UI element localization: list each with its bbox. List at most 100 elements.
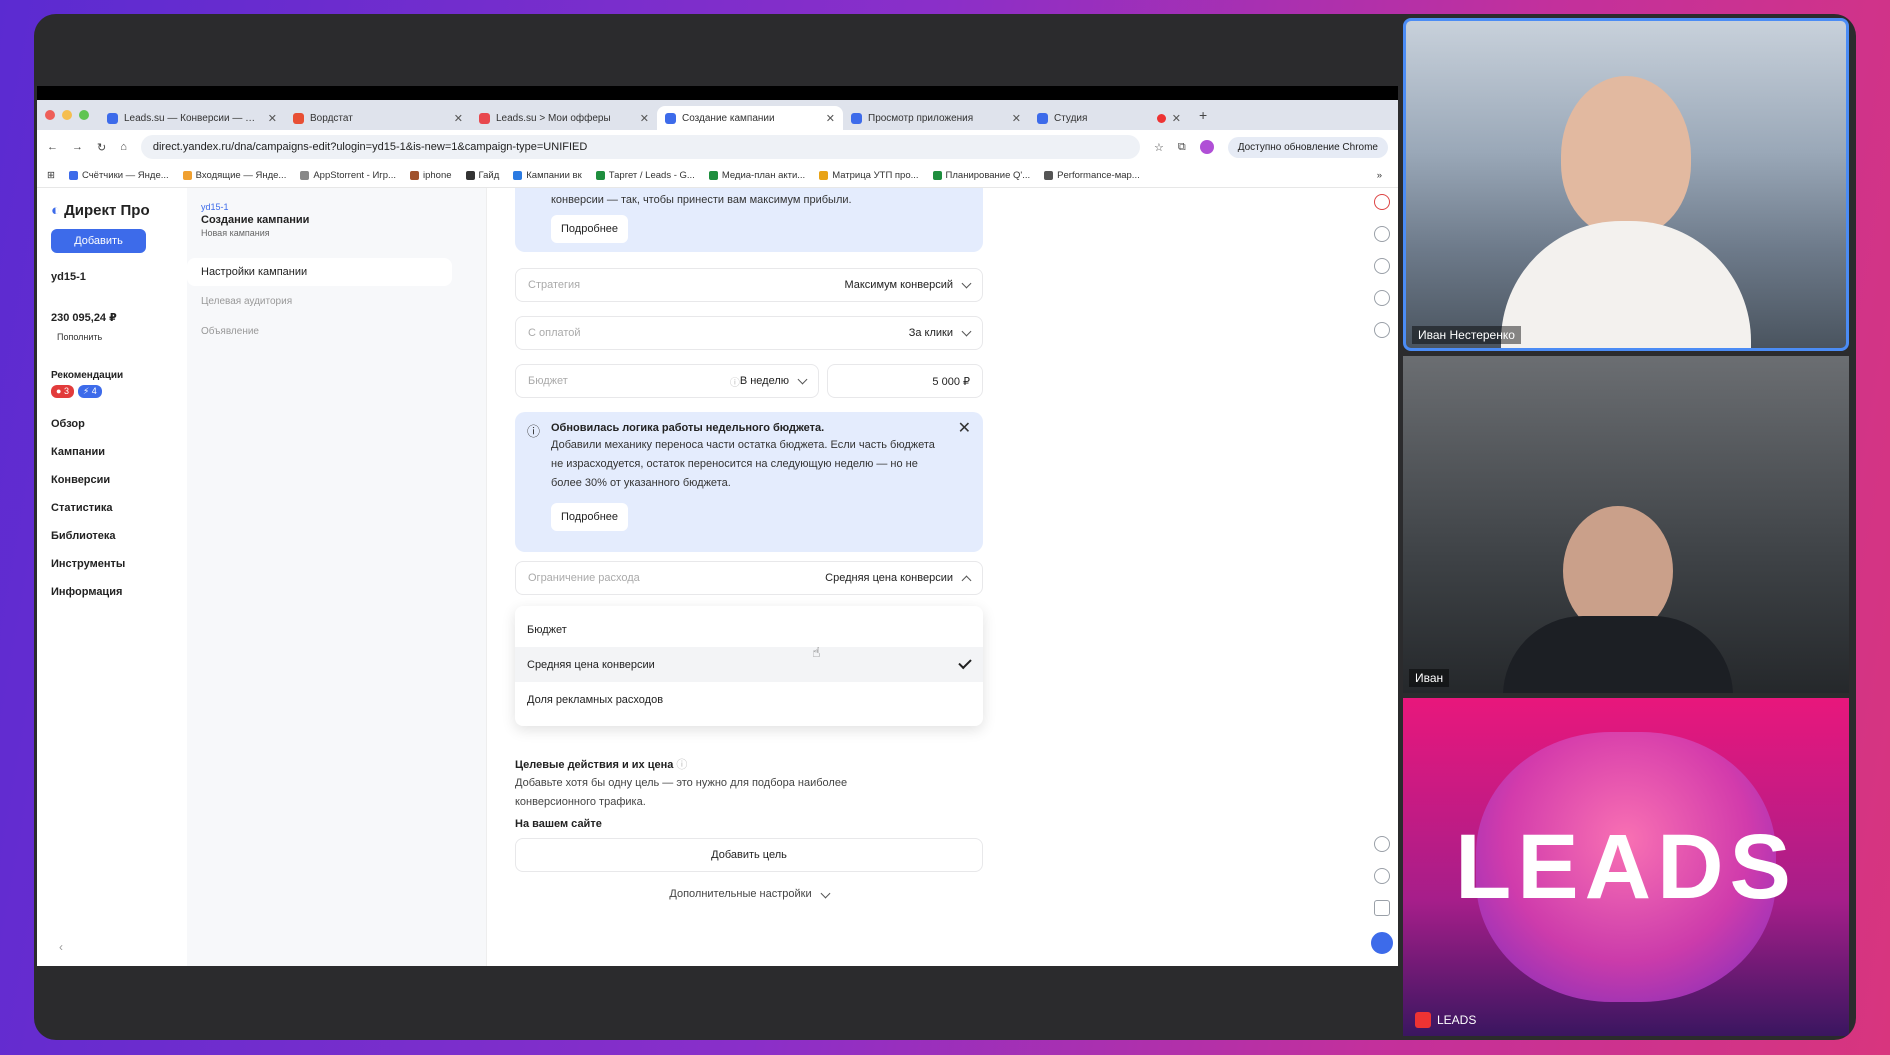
tab-4-active[interactable]: Создание кампании ✕ [657, 106, 843, 130]
bookmark-item[interactable]: iphone [409, 170, 452, 181]
forward-icon[interactable]: → [72, 141, 83, 153]
breadcrumb[interactable]: yd15-1 [201, 202, 486, 212]
option-avg-cpa[interactable]: Средняя цена конверсии [515, 647, 983, 682]
participant-name-2: Иван [1409, 669, 1450, 687]
bookmark-favicon-icon [182, 171, 192, 180]
video-tile-2[interactable]: Иван [1403, 356, 1849, 693]
nav-info[interactable]: Информация [51, 586, 187, 614]
leads-logo-text: LEADS [1455, 815, 1797, 918]
like-icon[interactable] [1373, 290, 1390, 306]
on-site-label: На вашем сайте [515, 818, 602, 830]
nav-overview[interactable]: Обзор [51, 418, 187, 446]
tab-bar: Leads.su — Конверсии — Ян... ✕ Вордстат ✕ … [37, 100, 1398, 130]
globe-icon[interactable] [1373, 836, 1390, 852]
add-goal-button[interactable]: Добавить цель [515, 838, 983, 872]
chevron-down-icon [961, 278, 972, 288]
help-icon[interactable]: ⓘ [676, 759, 687, 771]
tab-1[interactable]: Leads.su — Конверсии — Ян... ✕ [99, 106, 285, 130]
back-icon[interactable]: ← [47, 141, 58, 153]
close-notice-icon[interactable]: ✕ [958, 418, 971, 438]
goals-text: Добавьте хотя бы одну цель — это нужно д… [515, 777, 848, 808]
check-icon [958, 655, 972, 670]
campnav-ad[interactable]: Объявление [201, 316, 486, 346]
bookmark-item[interactable]: Кампании вк [513, 170, 582, 181]
option-budget[interactable]: Бюджет [515, 612, 983, 647]
campaign-nav: yd15-1 Создание кампании Новая кампания … [187, 188, 487, 966]
nav-conversions[interactable]: Конверсии [51, 474, 187, 502]
play-icon[interactable] [1373, 322, 1390, 338]
main-nav: Обзор Кампании Конверсии Статистика Библ… [51, 418, 187, 614]
grid-icon[interactable] [1373, 900, 1390, 916]
tab-6[interactable]: Студия ✕ [1029, 106, 1189, 130]
recommendations-label[interactable]: Рекомендации [51, 370, 187, 381]
profile-avatar[interactable] [1199, 140, 1214, 154]
bookmark-item[interactable]: Медиа-план акти... [708, 170, 805, 181]
home-icon[interactable]: ⌂ [120, 141, 127, 153]
payment-select[interactable]: С оплатой За клики [515, 316, 983, 350]
nav-library[interactable]: Библиотека [51, 530, 187, 558]
account-login[interactable]: yd15-1 [51, 271, 187, 283]
extensions-icon[interactable]: ⧉ [1178, 141, 1186, 154]
bookmark-item[interactable]: Гайд [465, 170, 499, 181]
close-tab-icon[interactable]: ✕ [1012, 112, 1021, 125]
budget-period-select[interactable]: Бюджет ⓘ В неделю [515, 364, 819, 398]
bookmark-item[interactable]: Таргет / Leads - G... [595, 170, 695, 181]
add-button[interactable]: Добавить [51, 229, 146, 253]
more-button[interactable]: Подробнее [551, 215, 629, 243]
alert-icon[interactable] [1373, 194, 1390, 210]
sun-icon[interactable] [1373, 868, 1390, 884]
extra-settings-toggle[interactable]: Дополнительные настройки [515, 888, 983, 900]
bookmark-item[interactable]: Счётчики — Янде... [68, 170, 169, 181]
nav-campaigns[interactable]: Кампании [51, 446, 187, 474]
direct-logo[interactable]: ◐ Директ Про [51, 202, 187, 219]
tab-favicon-icon [479, 112, 490, 124]
collapse-sidebar-icon[interactable]: ‹ [59, 940, 63, 954]
tab-2[interactable]: Вордстат ✕ [285, 106, 471, 130]
nav-statistics[interactable]: Статистика [51, 502, 187, 530]
notice-more-button[interactable]: Подробнее [551, 503, 629, 531]
account-balance: 230 095,24 ₽ [51, 312, 117, 324]
minimize-window-icon[interactable] [62, 110, 72, 120]
campnav-settings[interactable]: Настройки кампании [187, 258, 452, 286]
url-input[interactable]: direct.yandex.ru/dna/campaigns-edit?ulog… [140, 135, 1140, 159]
recs-red-badge[interactable]: ● 3 [51, 385, 74, 398]
participant-face-1 [1561, 76, 1691, 236]
spend-limit-dropdown: Бюджет Средняя цена конверсии Доля рекла… [515, 606, 983, 726]
notice-text: Добавили механику переноса части остатка… [551, 439, 935, 489]
apps-grid-icon[interactable]: ⊞ [47, 170, 55, 181]
video-tile-1[interactable]: Иван Нестеренко [1403, 18, 1849, 351]
maximize-window-icon[interactable] [79, 110, 89, 120]
bookmark-item[interactable]: Планирование Q'... [932, 170, 1030, 181]
video-tile-3[interactable]: LEADS LEADS [1403, 698, 1849, 1036]
campnav-audience[interactable]: Целевая аудитория [201, 286, 486, 316]
topup-link[interactable]: Пополнить [57, 332, 187, 342]
reload-icon[interactable]: ↻ [97, 141, 106, 154]
chevron-down-icon [820, 888, 831, 899]
recs-blue-badge[interactable]: ⚡ 4 [77, 385, 102, 398]
chat-icon[interactable] [1373, 226, 1390, 242]
bookmark-star-icon[interactable]: ☆ [1154, 141, 1164, 154]
bookmark-item[interactable]: Входящие — Янде... [182, 170, 286, 181]
tab-5[interactable]: Просмотр приложения ✕ [843, 106, 1029, 130]
chrome-update-button[interactable]: Доступно обновление Chrome [1227, 136, 1388, 158]
new-tab-icon[interactable]: + [1199, 107, 1207, 123]
bell-icon[interactable] [1373, 258, 1390, 274]
spend-limit-select[interactable]: Ограничение расхода Средняя цена конверс… [515, 561, 983, 595]
option-drr[interactable]: Доля рекламных расходов [515, 682, 983, 717]
bookmark-item[interactable]: Performance-мар... [1044, 170, 1140, 181]
more-bookmarks-icon[interactable]: » [1377, 170, 1382, 181]
close-tab-icon[interactable]: ✕ [454, 112, 463, 125]
close-window-icon[interactable] [45, 110, 55, 120]
close-tab-icon[interactable]: ✕ [1172, 112, 1181, 125]
close-tab-icon[interactable]: ✕ [826, 112, 835, 125]
help-icon[interactable]: ⓘ [730, 374, 740, 389]
strategy-select[interactable]: Стратегия Максимум конверсий [515, 268, 983, 302]
bookmark-item[interactable]: AppStorrent - Игр... [300, 170, 396, 181]
bookmark-item[interactable]: Матрица УТП про... [819, 170, 919, 181]
close-tab-icon[interactable]: ✕ [268, 112, 277, 125]
nav-tools[interactable]: Инструменты [51, 558, 187, 586]
tab-3[interactable]: Leads.su > Мои офферы ✕ [471, 106, 657, 130]
budget-amount-input[interactable]: 5 000 ₽ [827, 364, 983, 398]
assistant-icon[interactable] [1370, 932, 1393, 954]
close-tab-icon[interactable]: ✕ [640, 112, 649, 125]
